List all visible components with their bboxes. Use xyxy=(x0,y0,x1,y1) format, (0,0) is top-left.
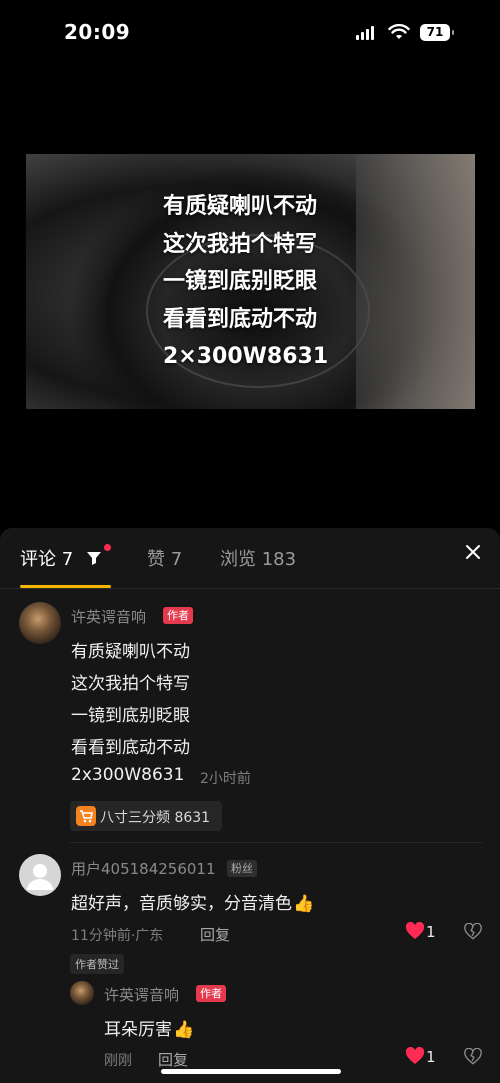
comment-username[interactable]: 许英谔音响 xyxy=(71,606,146,627)
status-time: 20:09 xyxy=(64,20,131,44)
comment-text-line: 有质疑喇叭不动 xyxy=(71,642,190,662)
avatar[interactable] xyxy=(70,981,94,1005)
comment-text-line: 看看到底动不动 xyxy=(71,738,190,758)
reply-meta: 刚刚 xyxy=(104,1053,132,1069)
comments-panel: 评论 7 赞 7 浏览 183 许英谔音响 作者 有质疑喇叭不动 这次我拍个特写… xyxy=(0,528,500,1083)
product-name: 八寸三分频 8631 xyxy=(100,810,211,826)
comment-text-line: 2x300W8631 xyxy=(71,765,185,785)
author-liked-tag: 作者赞过 xyxy=(70,954,124,974)
comment-text-content: 超好声，音质够实，分音清色 xyxy=(71,894,292,914)
caption-line: 一镜到底别眨眼 xyxy=(163,269,318,294)
heart-icon[interactable] xyxy=(405,1047,425,1065)
comment-text: 超好声，音质够实，分音清色👍 xyxy=(71,889,314,914)
tab-likes[interactable]: 赞 7 xyxy=(147,545,182,571)
avatar[interactable] xyxy=(19,602,61,644)
like-count: 1 xyxy=(426,1048,436,1066)
comment-username[interactable]: 用户405184256011 xyxy=(71,858,216,879)
heart-icon[interactable] xyxy=(405,922,425,940)
broken-heart-icon[interactable] xyxy=(464,923,482,940)
reply-button[interactable]: 回复 xyxy=(158,1049,188,1070)
tab-comments[interactable]: 评论 7 xyxy=(20,545,73,571)
caption-line: 2×300W8631 xyxy=(163,344,329,369)
product-link[interactable]: 八寸三分频 8631 xyxy=(70,801,222,831)
reply-button[interactable]: 回复 xyxy=(200,924,230,945)
notification-dot xyxy=(104,544,111,551)
battery-icon: 71 xyxy=(420,24,454,41)
home-indicator[interactable] xyxy=(161,1069,341,1074)
comment-time: 2小时前 xyxy=(200,771,251,787)
status-bar: 20:09 71 xyxy=(0,0,500,64)
panel-tabs: 评论 7 赞 7 浏览 183 xyxy=(0,528,500,589)
active-tab-indicator xyxy=(20,585,111,588)
tab-views[interactable]: 浏览 183 xyxy=(220,545,296,571)
broken-heart-icon[interactable] xyxy=(464,1048,482,1065)
avatar[interactable] xyxy=(19,854,61,896)
default-avatar-icon xyxy=(27,864,53,890)
speaker-cabinet xyxy=(356,154,475,409)
reply-text-content: 耳朵厉害 xyxy=(104,1020,172,1040)
divider xyxy=(70,842,482,843)
comment-text-line: 一镜到底别眨眼 xyxy=(71,706,190,726)
cart-icon xyxy=(76,806,96,826)
filter-icon[interactable] xyxy=(86,550,102,566)
comment-text-line: 这次我拍个特写 xyxy=(71,674,190,694)
close-icon[interactable] xyxy=(463,542,483,562)
comment-meta: 11分钟前·广东 xyxy=(71,928,164,944)
video-caption: 有质疑喇叭不动 这次我拍个特写 一镜到底别眨眼 看看到底动不动 2×300W86… xyxy=(163,188,328,376)
reply-username[interactable]: 许英谔音响 xyxy=(104,984,179,1005)
author-badge: 作者 xyxy=(196,985,226,1002)
like-count: 1 xyxy=(426,923,436,941)
caption-line: 这次我拍个特写 xyxy=(163,231,318,257)
wifi-icon xyxy=(388,24,410,39)
fan-badge: 粉丝 xyxy=(227,860,257,877)
thumbs-up-emoji: 👍 xyxy=(173,1020,195,1040)
author-badge: 作者 xyxy=(163,607,193,624)
caption-line: 看看到底动不动 xyxy=(163,306,318,332)
signal-icon xyxy=(356,26,374,40)
caption-line: 有质疑喇叭不动 xyxy=(163,194,318,219)
thumbs-up-emoji: 👍 xyxy=(293,894,315,914)
reply-text: 耳朵厉害👍 xyxy=(104,1015,194,1040)
